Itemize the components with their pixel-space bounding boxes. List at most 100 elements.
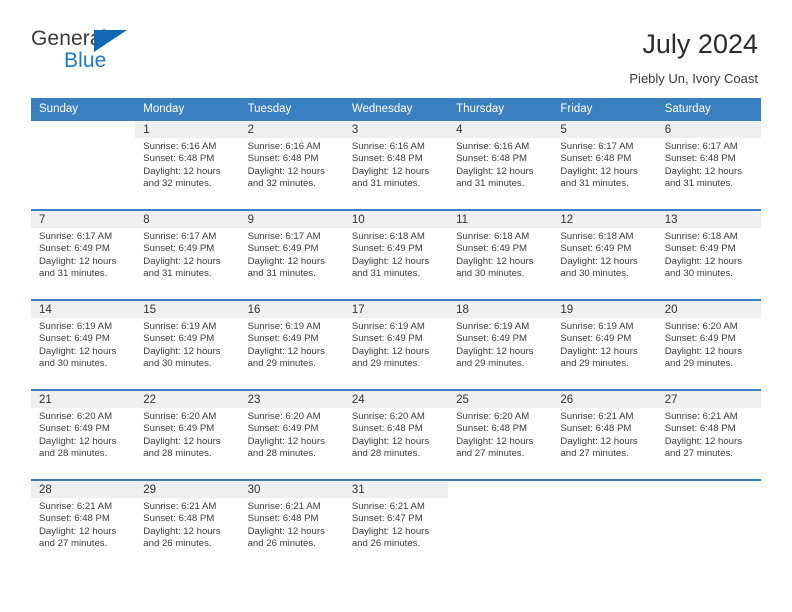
day-detail-line: and 26 minutes. [247, 537, 316, 549]
day-detail-line: and 29 minutes. [351, 357, 421, 369]
day-cell[interactable]: 2 Sunrise: 6:16 AM Sunset: 6:48 PM Daylight… [239, 121, 344, 210]
day-detail-line: Sunrise: 6:20 AM [351, 411, 425, 422]
day-cell[interactable]: 5 Sunrise: 6:17 AM Sunset: 6:48 PM Daylight… [552, 121, 657, 210]
day-detail-line: and 31 minutes. [39, 267, 108, 279]
day-cell-inner: 31 Sunrise: 6:21 AM Sunset: 6:47 PM Dayligh… [343, 481, 449, 569]
day-detail-line: Daylight: 12 hours [247, 165, 325, 177]
day-number: 11 [448, 211, 553, 228]
day-cell[interactable]: 25 Sunrise: 6:20 AM Sunset: 6:48 PM Dayligh… [448, 389, 553, 480]
day-detail-line: Sunset: 6:48 PM [143, 153, 215, 165]
day-number: 31 [343, 481, 449, 498]
day-details: Sunrise: 6:17 AM Sunset: 6:48 PM Daylight:… [552, 138, 656, 190]
day-detail-line: Sunrise: 6:17 AM [664, 141, 738, 152]
day-details: Sunrise: 6:21 AM Sunset: 6:48 PM Daylight:… [240, 498, 344, 550]
day-cell[interactable]: 6 Sunrise: 6:17 AM Sunset: 6:48 PM Daylight… [656, 121, 761, 210]
day-detail-line: Sunset: 6:49 PM [351, 333, 423, 345]
day-number: 6 [656, 121, 761, 138]
day-cell[interactable]: 29 Sunrise: 6:21 AM Sunset: 6:48 PM Dayligh… [135, 479, 240, 569]
calendar-header-row: Sunday Monday Tuesday Wednesday Thursday… [31, 98, 761, 121]
day-detail-line: and 30 minutes. [664, 267, 733, 279]
day-details: Sunrise: 6:17 AM Sunset: 6:49 PM Daylight:… [135, 228, 239, 280]
day-detail-line: Sunset: 6:49 PM [560, 243, 632, 255]
day-detail-line: Daylight: 12 hours [664, 165, 743, 177]
day-detail-line: Daylight: 12 hours [351, 435, 430, 447]
day-details: Sunrise: 6:17 AM Sunset: 6:48 PM Daylight:… [657, 138, 761, 190]
day-cell[interactable]: 11 Sunrise: 6:18 AM Sunset: 6:49 PM Dayligh… [448, 209, 553, 300]
day-cell[interactable]: 15 Sunrise: 6:19 AM Sunset: 6:49 PM Dayligh… [135, 299, 240, 390]
day-detail-line: Daylight: 12 hours [456, 345, 534, 357]
day-cell[interactable]: 20 Sunrise: 6:20 AM Sunset: 6:49 PM Dayligh… [656, 299, 761, 390]
day-cell[interactable]: 9 Sunrise: 6:17 AM Sunset: 6:49 PM Daylight… [239, 209, 344, 300]
day-detail-line: and 27 minutes. [664, 447, 733, 459]
day-cell[interactable]: 13 Sunrise: 6:18 AM Sunset: 6:49 PM Dayligh… [656, 209, 761, 300]
day-cell-inner: 19 Sunrise: 6:19 AM Sunset: 6:49 PM Dayligh… [552, 301, 657, 389]
day-cell[interactable]: 19 Sunrise: 6:19 AM Sunset: 6:49 PM Dayligh… [552, 299, 657, 390]
day-detail-line: Sunset: 6:48 PM [560, 423, 632, 435]
day-cell[interactable]: 27 Sunrise: 6:21 AM Sunset: 6:48 PM Dayligh… [656, 389, 761, 480]
day-cell[interactable]: 17 Sunrise: 6:19 AM Sunset: 6:49 PM Dayligh… [343, 299, 449, 390]
day-cell-inner: 28 Sunrise: 6:21 AM Sunset: 6:48 PM Dayligh… [31, 481, 136, 569]
day-cell[interactable]: 8 Sunrise: 6:17 AM Sunset: 6:49 PM Daylight… [135, 209, 240, 300]
day-cell-inner: 9 Sunrise: 6:17 AM Sunset: 6:49 PM Daylight… [239, 211, 344, 299]
day-detail-line: Daylight: 12 hours [39, 255, 117, 267]
day-detail-line: Sunset: 6:49 PM [143, 423, 215, 435]
day-cell[interactable]: 10 Sunrise: 6:18 AM Sunset: 6:49 PM Dayligh… [343, 209, 449, 300]
day-cell[interactable]: 3 Sunrise: 6:16 AM Sunset: 6:48 PM Daylight… [343, 121, 449, 210]
day-detail-line: Sunrise: 6:16 AM [247, 141, 321, 152]
day-cell-inner: 2 Sunrise: 6:16 AM Sunset: 6:48 PM Daylight… [239, 121, 344, 209]
day-detail-line: Sunrise: 6:16 AM [143, 141, 217, 152]
day-cell[interactable]: 16 Sunrise: 6:19 AM Sunset: 6:49 PM Dayligh… [239, 299, 344, 390]
day-cell-empty [656, 479, 761, 569]
day-cell[interactable]: 14 Sunrise: 6:19 AM Sunset: 6:49 PM Dayligh… [31, 299, 136, 390]
calendar-page: General Blue July 2024 Piebly Un, Ivory … [0, 0, 792, 612]
day-cell-inner: 8 Sunrise: 6:17 AM Sunset: 6:49 PM Daylight… [135, 211, 240, 299]
day-detail-line: Sunrise: 6:19 AM [143, 321, 217, 332]
day-cell[interactable]: 21 Sunrise: 6:20 AM Sunset: 6:49 PM Dayligh… [31, 389, 136, 480]
day-details: Sunrise: 6:16 AM Sunset: 6:48 PM Daylight:… [135, 138, 239, 190]
day-cell-inner: 30 Sunrise: 6:21 AM Sunset: 6:48 PM Dayligh… [239, 481, 344, 569]
day-detail-line: and 28 minutes. [351, 447, 421, 459]
day-cell-inner: 3 Sunrise: 6:16 AM Sunset: 6:48 PM Daylight… [343, 121, 449, 209]
column-header-monday: Monday [135, 98, 240, 121]
day-details: Sunrise: 6:16 AM Sunset: 6:48 PM Daylight:… [240, 138, 344, 190]
calendar-week-row: 7 Sunrise: 6:17 AM Sunset: 6:49 PM Daylight… [31, 209, 761, 300]
day-detail-line: and 30 minutes. [456, 267, 525, 279]
page-subtitle: Piebly Un, Ivory Coast [629, 70, 758, 86]
day-detail-line: Sunset: 6:48 PM [39, 513, 110, 525]
day-cell[interactable]: 18 Sunrise: 6:19 AM Sunset: 6:49 PM Dayligh… [448, 299, 553, 390]
day-cell[interactable]: 26 Sunrise: 6:21 AM Sunset: 6:48 PM Dayligh… [552, 389, 657, 480]
day-detail-line: Sunrise: 6:20 AM [143, 411, 217, 422]
day-cell[interactable]: 12 Sunrise: 6:18 AM Sunset: 6:49 PM Dayligh… [552, 209, 657, 300]
day-number: 20 [656, 301, 761, 318]
day-cell[interactable]: 30 Sunrise: 6:21 AM Sunset: 6:48 PM Dayligh… [239, 479, 344, 569]
day-detail-line: Sunrise: 6:21 AM [143, 501, 217, 512]
day-cell[interactable]: 7 Sunrise: 6:17 AM Sunset: 6:49 PM Daylight… [31, 209, 136, 300]
day-detail-line: and 31 minutes. [351, 177, 421, 189]
day-number: 3 [343, 121, 449, 138]
day-detail-line: Sunrise: 6:19 AM [456, 321, 530, 332]
day-cell-inner [656, 481, 761, 569]
column-header-wednesday: Wednesday [343, 98, 449, 121]
day-cell-inner: 24 Sunrise: 6:20 AM Sunset: 6:48 PM Dayligh… [343, 391, 449, 479]
day-detail-line: Daylight: 12 hours [143, 525, 221, 537]
day-detail-line: and 30 minutes. [143, 357, 212, 369]
day-cell[interactable]: 24 Sunrise: 6:20 AM Sunset: 6:48 PM Dayligh… [343, 389, 449, 480]
day-cell-empty [31, 121, 136, 210]
day-cell[interactable]: 23 Sunrise: 6:20 AM Sunset: 6:49 PM Dayligh… [239, 389, 344, 480]
day-cell-empty [448, 479, 553, 569]
day-detail-line: Daylight: 12 hours [351, 525, 430, 537]
column-header-tuesday: Tuesday [239, 98, 344, 121]
brand-logo[interactable]: General Blue [31, 28, 146, 84]
day-cell[interactable]: 22 Sunrise: 6:20 AM Sunset: 6:49 PM Dayligh… [135, 389, 240, 480]
day-cell[interactable]: 28 Sunrise: 6:21 AM Sunset: 6:48 PM Dayligh… [31, 479, 136, 569]
day-cell[interactable]: 4 Sunrise: 6:16 AM Sunset: 6:48 PM Daylight… [448, 121, 553, 210]
day-number [656, 481, 761, 498]
day-cell[interactable]: 31 Sunrise: 6:21 AM Sunset: 6:47 PM Dayligh… [343, 479, 449, 569]
day-detail-line: Sunset: 6:48 PM [664, 153, 736, 165]
calendar-week-row: 1 Sunrise: 6:16 AM Sunset: 6:48 PM Daylight… [31, 121, 761, 210]
day-cell-inner: 7 Sunrise: 6:17 AM Sunset: 6:49 PM Daylight… [31, 211, 136, 299]
day-cell-inner: 20 Sunrise: 6:20 AM Sunset: 6:49 PM Dayligh… [656, 301, 761, 389]
day-cell[interactable]: 1 Sunrise: 6:16 AM Sunset: 6:48 PM Daylight… [135, 121, 240, 210]
day-detail-line: Daylight: 12 hours [560, 435, 638, 447]
day-cell-inner: 25 Sunrise: 6:20 AM Sunset: 6:48 PM Dayligh… [448, 391, 553, 479]
